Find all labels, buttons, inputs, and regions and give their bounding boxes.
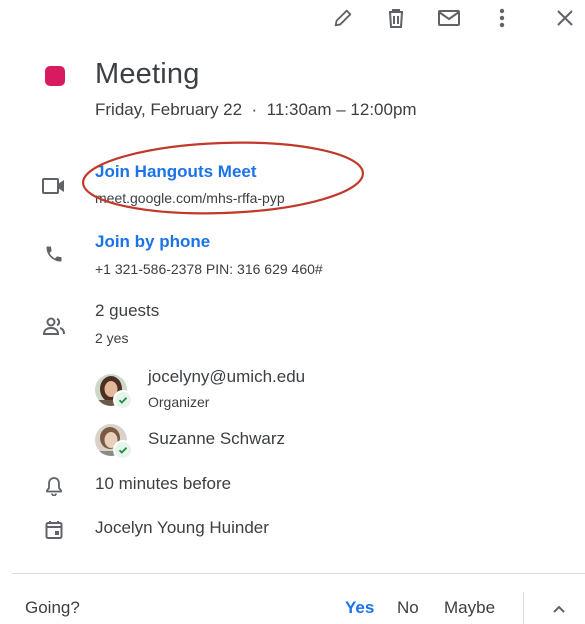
event-color-indicator (45, 66, 65, 86)
close-icon[interactable] (553, 6, 577, 30)
guest-name: jocelyny@umich.edu (148, 367, 306, 386)
event-title: Meeting (95, 58, 200, 90)
guest-rsvp-summary: 2 yes (95, 330, 129, 346)
divider (523, 592, 524, 624)
annotation-ellipse (81, 141, 365, 215)
guest-role: Organizer (148, 394, 210, 410)
calendar-owner: Jocelyn Young Huinder (95, 518, 269, 537)
accepted-check-icon (113, 390, 133, 410)
reminder-text: 10 minutes before (95, 474, 232, 493)
rsvp-prompt: Going? (25, 598, 80, 617)
phone-details: +1 321-586-2378 PIN: 316 629 460# (95, 261, 323, 277)
rsvp-maybe-button[interactable]: Maybe (444, 598, 495, 618)
video-camera-icon (42, 174, 66, 198)
people-icon (42, 314, 66, 338)
event-datetime: Friday, February 22 · 11:30am – 12:00pm (95, 100, 417, 119)
chevron-up-icon[interactable] (547, 597, 571, 621)
bell-icon (42, 474, 66, 498)
guest-count: 2 guests (95, 301, 160, 320)
delete-icon[interactable] (384, 6, 408, 30)
rsvp-no-button[interactable]: No (397, 598, 419, 618)
more-options-icon[interactable] (490, 6, 514, 30)
avatar[interactable] (95, 374, 133, 410)
edit-icon[interactable] (331, 6, 355, 30)
accepted-check-icon (113, 440, 133, 460)
guest-name: Suzanne Schwarz (148, 429, 286, 448)
join-by-phone-link[interactable]: Join by phone (95, 232, 210, 252)
avatar[interactable] (95, 424, 133, 460)
divider (12, 573, 585, 574)
phone-icon (42, 242, 66, 266)
calendar-icon (42, 518, 66, 542)
rsvp-yes-button[interactable]: Yes (345, 598, 374, 618)
email-icon[interactable] (437, 6, 461, 30)
